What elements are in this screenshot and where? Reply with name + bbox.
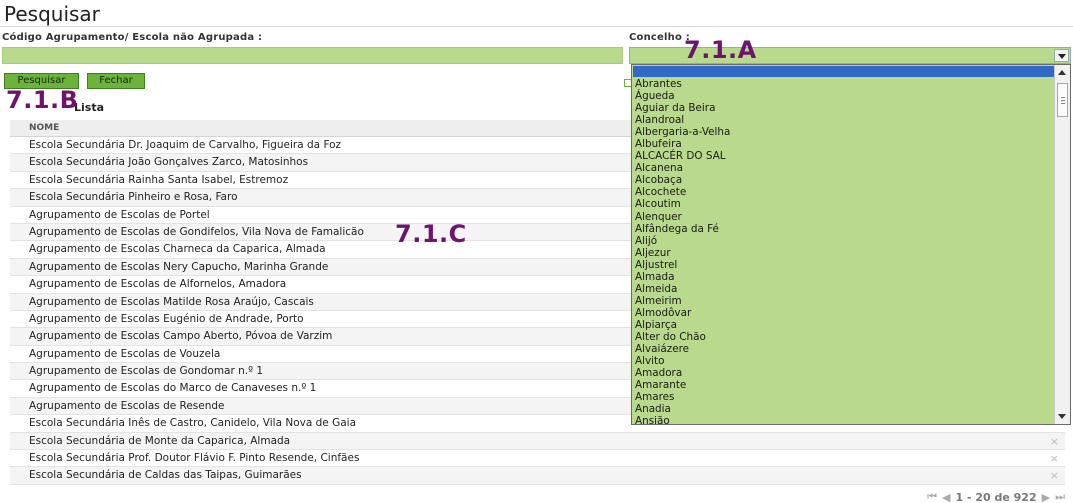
dropdown-option[interactable]: Almodôvar: [635, 307, 1053, 319]
row-name: Agrupamento de Escolas de Gondomar n.º 1: [29, 365, 264, 378]
annotation-7-1-a: 7.1.A: [684, 36, 757, 64]
row-name: Escola Secundária João Gonçalves Zarco, …: [29, 156, 309, 169]
dropdown-option[interactable]: Alcoutim: [635, 198, 1053, 210]
row-name: Escola Secundária de Monte da Caparica, …: [29, 434, 291, 447]
dropdown-option[interactable]: Amarante: [635, 379, 1053, 391]
page-title: Pesquisar: [4, 2, 100, 26]
scrollbar-thumb[interactable]: [1057, 83, 1068, 117]
row-name: Escola Secundária Inês de Castro, Canide…: [29, 417, 357, 430]
dropdown-option[interactable]: Alvaiázere: [635, 343, 1053, 355]
annotation-7-1-c: 7.1.C: [395, 220, 467, 248]
codigo-label: Código Agrupamento/ Escola não Agrupada …: [2, 32, 263, 43]
dropdown-option[interactable]: Albufeira: [635, 138, 1053, 150]
scroll-up-icon[interactable]: [1058, 70, 1066, 75]
dropdown-options: Abrantes Águeda Aguiar da Beira Alandroal Al…: [635, 78, 1053, 424]
dropdown-option[interactable]: Anadia: [635, 403, 1053, 415]
pagination-text: 1 - 20 de 922: [955, 490, 1037, 503]
row-name: Agrupamento de Escolas de Alfornelos, Am…: [29, 278, 287, 291]
row-name: Escola Secundária Rainha Santa Isabel, E…: [29, 173, 289, 186]
dropdown-option[interactable]: Alcanena: [635, 162, 1053, 174]
scroll-down-icon[interactable]: [1058, 414, 1066, 419]
dropdown-option[interactable]: Aljezur: [635, 247, 1053, 259]
dropdown-option[interactable]: Alenquer: [635, 211, 1053, 223]
chevron-down-icon[interactable]: [1054, 49, 1069, 62]
next-page-icon[interactable]: ▶: [1042, 491, 1050, 503]
row-name: Escola Secundária Dr. Joaquim de Carvalh…: [29, 139, 342, 151]
pagination: ⏮ ◀ 1 - 20 de 922 ▶ ⏭: [927, 490, 1065, 503]
dropdown-selected-option[interactable]: [633, 66, 1054, 77]
prev-page-icon[interactable]: ◀: [942, 491, 950, 503]
close-icon[interactable]: ×: [1050, 433, 1059, 450]
dropdown-option[interactable]: ALCACÉR DO SAL: [635, 150, 1053, 162]
codigo-input[interactable]: [2, 47, 623, 64]
row-name: Agrupamento de Escolas de Vouzela: [29, 347, 221, 360]
table-row[interactable]: Escola Secundária Prof. Doutor Flávio F.…: [10, 450, 1065, 468]
dropdown-option[interactable]: Abrantes: [635, 78, 1053, 90]
dropdown-option[interactable]: Almeida: [635, 283, 1053, 295]
dropdown-option[interactable]: Amadora: [635, 367, 1053, 379]
dropdown-option[interactable]: Albergaria-a-Velha: [635, 126, 1053, 138]
dropdown-option[interactable]: Aguiar da Beira: [635, 102, 1053, 114]
concelho-dropdown-list[interactable]: Abrantes Águeda Aguiar da Beira Alandroal Al…: [631, 64, 1071, 425]
dropdown-option[interactable]: Almada: [635, 271, 1053, 283]
row-name: Agrupamento de Escolas Eugénio de Andrad…: [29, 312, 304, 325]
table-row[interactable]: Escola Secundária de Monte da Caparica, …: [10, 432, 1065, 451]
dropdown-option[interactable]: Aljustrel: [635, 259, 1053, 271]
title-divider: [0, 26, 1073, 27]
dropdown-option[interactable]: Alter do Chão: [635, 331, 1053, 343]
row-name: Agrupamento de Escolas de Portel: [29, 208, 210, 221]
row-name: Agrupamento de Escolas de Gondifelos, Vi…: [29, 225, 364, 238]
first-page-icon[interactable]: ⏮: [927, 490, 937, 503]
row-name: Agrupamento de Escolas Matilde Rosa Araú…: [29, 295, 314, 308]
dropdown-option[interactable]: Almeirim: [635, 295, 1053, 307]
row-name: Agrupamento de Escolas Nery Capucho, Mar…: [29, 260, 329, 273]
row-name: Agrupamento de Escolas do Marco de Canav…: [29, 382, 317, 395]
dropdown-option[interactable]: Alcochete: [635, 186, 1053, 198]
fechar-button[interactable]: Fechar: [87, 73, 145, 89]
dropdown-option[interactable]: Alpiarça: [635, 319, 1053, 331]
row-name: Agrupamento de Escolas Charneca da Capar…: [29, 243, 326, 256]
dropdown-option[interactable]: Águeda: [635, 90, 1053, 102]
last-page-icon[interactable]: ⏭: [1055, 490, 1065, 503]
row-name: Agrupamento de Escolas de Resende: [29, 399, 225, 412]
dropdown-option[interactable]: Ansião: [635, 415, 1053, 424]
table-row[interactable]: Escola Secundária de Caldas das Taipas, …: [10, 467, 1065, 485]
dropdown-option[interactable]: Alfândega da Fé: [635, 223, 1053, 235]
dropdown-option[interactable]: Alcobaça: [635, 174, 1053, 186]
close-icon[interactable]: ×: [1050, 467, 1059, 484]
row-name: Escola Secundária Prof. Doutor Flávio F.…: [29, 452, 360, 465]
row-name: Agrupamento de Escolas Campo Aberto, Póv…: [29, 330, 333, 343]
dropdown-option[interactable]: Alijó: [635, 235, 1053, 247]
dropdown-scrollbar[interactable]: [1054, 65, 1070, 424]
close-icon[interactable]: ×: [1050, 450, 1059, 467]
dropdown-option[interactable]: Amares: [635, 391, 1053, 403]
row-name: Escola Secundária de Caldas das Taipas, …: [29, 469, 302, 482]
dropdown-option[interactable]: Alvito: [635, 355, 1053, 367]
dropdown-option[interactable]: Alandroal: [635, 114, 1053, 126]
annotation-7-1-b: 7.1.B: [6, 86, 79, 114]
lista-label: Lista: [74, 101, 105, 114]
row-name: Escola Secundária Pinheiro e Rosa, Faro: [29, 191, 238, 204]
concelho-label: Concelho :: [629, 32, 690, 43]
